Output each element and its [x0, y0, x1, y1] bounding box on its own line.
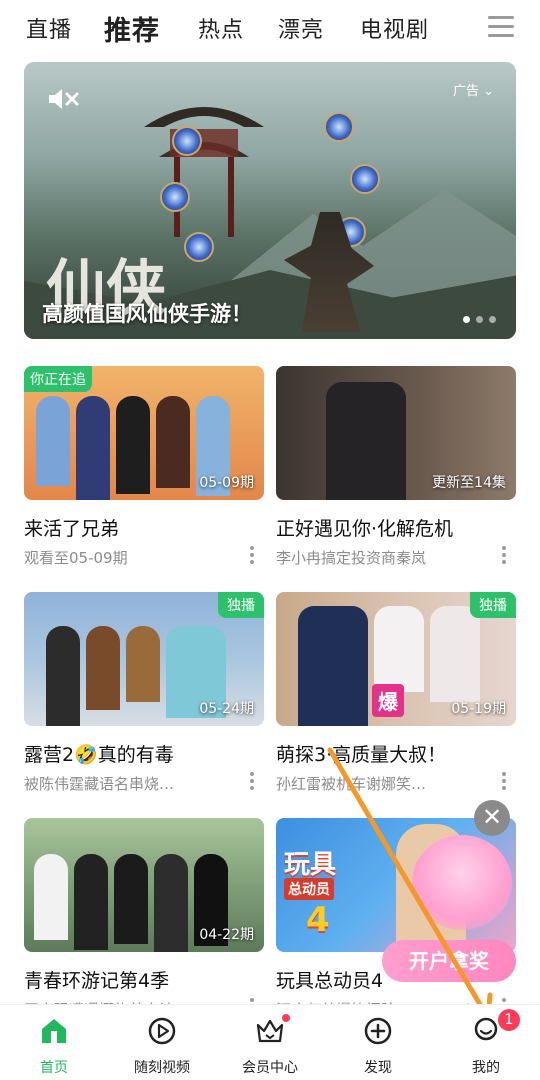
video-title[interactable]: 正好遇见你·化解危机 [276, 514, 516, 541]
nav-discover[interactable]: 发现 [324, 1015, 432, 1077]
nav-mine[interactable]: 我的 [432, 1015, 540, 1077]
video-card[interactable]: 更新至14集 正好遇见你·化解危机 李小冉搞定投资商秦岚 [276, 366, 516, 568]
skill-orb [172, 126, 202, 156]
poster-number: 4 [306, 900, 330, 940]
video-thumbnail[interactable]: 你正在追 05-09期 [24, 366, 264, 500]
more-options-icon[interactable] [250, 546, 254, 564]
skill-orb [350, 164, 380, 194]
nav-home[interactable]: 首页 [0, 1015, 108, 1077]
tab-hot[interactable]: 热点 [198, 12, 244, 44]
tab-tv-series[interactable]: 电视剧 [360, 12, 429, 44]
hot-sticker: 爆 [372, 684, 404, 717]
nav-vip-label: 会员中心 [242, 1060, 298, 1076]
video-title[interactable]: 萌探3·高质量大叔！ [276, 740, 516, 767]
video-subtitle: 李小冉搞定投资商秦岚 [276, 549, 427, 567]
more-options-icon[interactable] [250, 772, 254, 790]
nav-suike-video[interactable]: 随刻视频 [108, 1015, 216, 1077]
play-circle-icon [148, 1017, 176, 1045]
following-badge: 你正在追 [24, 366, 92, 392]
episode-label: 05-19期 [451, 701, 506, 717]
video-title[interactable]: 来活了兄弟 [24, 514, 264, 541]
skill-orb [160, 182, 190, 212]
skill-orb [184, 232, 214, 262]
video-thumbnail[interactable]: 04-22期 [24, 818, 264, 952]
vip-red-dot [282, 1014, 290, 1022]
video-thumbnail[interactable]: 更新至14集 [276, 366, 516, 500]
video-subtitle: 观看至05-09期 [24, 549, 128, 567]
video-subtitle: 孙红雷被机车谢娜笑… [276, 775, 427, 793]
episode-label: 05-24期 [199, 701, 254, 717]
episode-label: 05-09期 [199, 475, 254, 491]
carousel-indicator [463, 316, 496, 323]
more-options-icon[interactable] [502, 546, 506, 564]
video-thumbnail[interactable]: 爆 独播 05-19期 [276, 592, 516, 726]
mute-icon[interactable] [46, 86, 80, 112]
video-card[interactable]: 你正在追 05-09期 来活了兄弟 观看至05-09期 [24, 366, 264, 568]
video-card[interactable]: 04-22期 青春环游记第4季 王宝强遭遇挪扎美人计 [24, 818, 264, 1020]
close-promo-button[interactable]: ✕ [474, 800, 510, 836]
video-card[interactable]: 独播 05-24期 露营2🤣真的有毒 被陈伟霆藏语名串烧… [24, 592, 264, 794]
nav-suike-label: 随刻视频 [134, 1060, 190, 1076]
skill-orb [324, 112, 354, 142]
pavilion-illustration [144, 107, 264, 237]
tab-live[interactable]: 直播 [26, 12, 72, 44]
video-thumbnail[interactable]: 独播 05-24期 [24, 592, 264, 726]
crown-icon [256, 1019, 284, 1043]
thumbnail-people [326, 382, 406, 500]
tab-recommend[interactable]: 推荐 [104, 9, 160, 48]
notification-badge: 1 [498, 1009, 520, 1031]
episode-label: 04-22期 [199, 927, 254, 943]
nav-home-label: 首页 [40, 1060, 68, 1076]
nav-vip-center[interactable]: 会员中心 [216, 1015, 324, 1077]
video-title[interactable]: 青春环游记第4季 [24, 966, 264, 993]
poster-title: 玩具 [284, 850, 337, 880]
promo-heart-graphic[interactable] [412, 835, 512, 930]
episode-label: 更新至14集 [432, 475, 506, 491]
more-options-icon[interactable] [502, 772, 506, 790]
menu-icon[interactable] [488, 14, 514, 38]
promo-button[interactable]: 开户拿奖 [382, 940, 516, 982]
home-icon [42, 1019, 66, 1043]
exclusive-badge: 独播 [218, 592, 264, 618]
nav-discover-label: 发现 [364, 1060, 392, 1076]
ad-label[interactable]: 广告 ⌄ [453, 80, 494, 99]
video-subtitle: 被陈伟霆藏语名串烧… [24, 775, 175, 793]
banner-caption: 高颜值国风仙侠手游！ [42, 302, 252, 326]
bottom-nav-bar: 首页 随刻视频 会员中心 发现 我的 [0, 1004, 540, 1080]
top-tab-bar: 直播 推荐 热点 漂亮 电视剧 [0, 0, 540, 58]
poster-subtitle: 总动员 [284, 878, 334, 900]
nav-mine-label: 我的 [472, 1060, 500, 1076]
plus-circle-icon [364, 1017, 392, 1045]
promo-banner[interactable]: 仙侠 广告 ⌄ 高颜值国风仙侠手游！ [24, 62, 516, 339]
video-card[interactable]: 爆 独播 05-19期 萌探3·高质量大叔！ 孙红雷被机车谢娜笑… [276, 592, 516, 794]
tab-pretty[interactable]: 漂亮 [278, 12, 324, 44]
exclusive-badge: 独播 [470, 592, 516, 618]
video-title[interactable]: 露营2🤣真的有毒 [24, 740, 264, 767]
